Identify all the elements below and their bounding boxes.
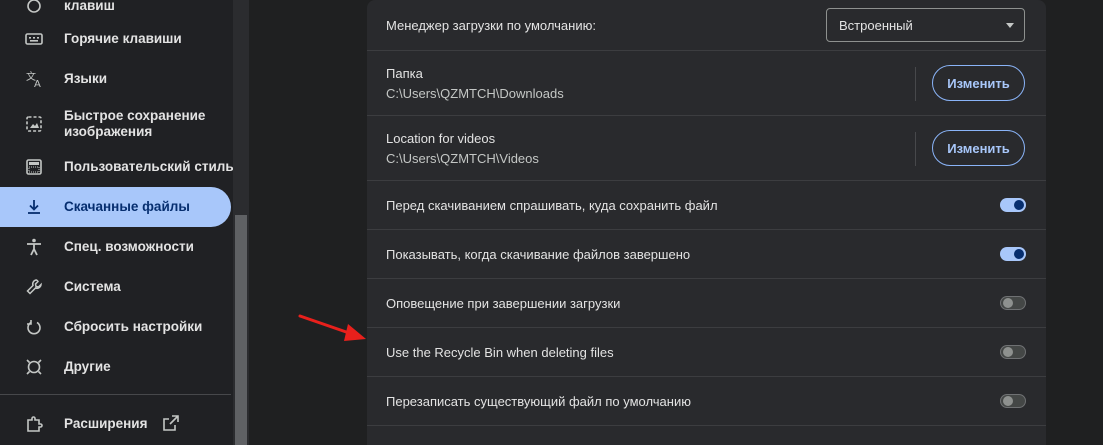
videos-folder-label: Location for videos bbox=[386, 131, 496, 146]
change-folder-button[interactable]: Изменить bbox=[932, 65, 1025, 101]
other-icon bbox=[24, 357, 44, 377]
download-icon bbox=[24, 197, 44, 217]
download-complete-notification-label: Оповещение при завершении загрузки bbox=[386, 296, 621, 311]
sidebar-item-accessibility[interactable]: Спец. возможности bbox=[0, 227, 231, 267]
sidebar-item-label: Языки bbox=[64, 71, 107, 86]
sidebar-item-hotkeys[interactable]: Горячие клавиши bbox=[0, 19, 231, 59]
download-manager-row: Менеджер загрузки по умолчанию: Встроенн… bbox=[367, 0, 1046, 50]
show-when-complete-label: Показывать, когда скачивание файлов заве… bbox=[386, 247, 691, 262]
sidebar-item-label: Спец. возможности bbox=[64, 239, 194, 254]
sidebar-item-label: Система bbox=[64, 279, 121, 294]
recycle-bin-row[interactable]: Use the Recycle Bin when deleting files bbox=[367, 327, 1046, 376]
download-manager-label: Менеджер загрузки по умолчанию: bbox=[386, 18, 596, 33]
folder-row: Папка C:\Users\QZMTCH\Downloads Изменить bbox=[367, 50, 1046, 115]
sidebar-item-downloads[interactable]: Скачанные файлы bbox=[0, 187, 231, 227]
toggle-knob bbox=[1003, 298, 1013, 308]
toggle-knob bbox=[1003, 396, 1013, 406]
downloads-settings-card: Менеджер загрузки по умолчанию: Встроенн… bbox=[367, 0, 1046, 445]
ask-save-location-label: Перед скачиванием спрашивать, куда сохра… bbox=[386, 198, 718, 213]
puzzle-icon bbox=[24, 414, 44, 434]
wrench-icon bbox=[24, 277, 44, 297]
sidebar-item-quick-image-save[interactable]: Быстрое сохранение изображения bbox=[0, 102, 231, 146]
sidebar-item-label: Скачанные файлы bbox=[64, 199, 190, 214]
sidebar-item-custom-style[interactable]: Пользовательский стиль bbox=[0, 147, 234, 187]
row-separator bbox=[915, 67, 916, 101]
folder-label: Папка bbox=[386, 66, 423, 81]
sidebar-scrollbar-thumb[interactable] bbox=[235, 215, 247, 445]
show-when-complete-toggle[interactable] bbox=[1000, 247, 1026, 261]
recycle-bin-label: Use the Recycle Bin when deleting files bbox=[386, 345, 614, 360]
row-separator bbox=[915, 132, 916, 166]
overwrite-file-label: Перезаписать существующий файл по умолча… bbox=[386, 394, 691, 409]
videos-folder-row: Location for videos C:\Users\QZMTCH\Vide… bbox=[367, 115, 1046, 180]
toggle-knob bbox=[1014, 249, 1024, 259]
sidebar-item-label: Пользовательский стиль bbox=[64, 159, 234, 174]
sidebar-divider bbox=[0, 394, 231, 395]
recycle-bin-toggle[interactable] bbox=[1000, 345, 1026, 359]
change-videos-folder-button[interactable]: Изменить bbox=[932, 130, 1025, 166]
download-manager-select-value: Встроенный bbox=[839, 18, 913, 33]
download-complete-notification-toggle[interactable] bbox=[1000, 296, 1026, 310]
settings-window: клавиш Горячие клавиши 文A Языки Быстрое … bbox=[0, 0, 1103, 445]
ask-save-location-toggle[interactable] bbox=[1000, 198, 1026, 212]
sidebar-item-reset[interactable]: Сбросить настройки bbox=[0, 307, 231, 347]
sidebar-item-label: Сбросить настройки bbox=[64, 319, 203, 334]
sidebar-item-other[interactable]: Другие bbox=[0, 347, 231, 387]
videos-folder-path: C:\Users\QZMTCH\Videos bbox=[386, 151, 539, 166]
style-icon bbox=[24, 157, 44, 177]
overwrite-file-row[interactable]: Перезаписать существующий файл по умолча… bbox=[367, 376, 1046, 425]
download-manager-select[interactable]: Встроенный bbox=[826, 8, 1025, 42]
ask-save-location-row[interactable]: Перед скачиванием спрашивать, куда сохра… bbox=[367, 180, 1046, 229]
toggle-knob bbox=[1003, 347, 1013, 357]
toggle-knob bbox=[1014, 200, 1024, 210]
sidebar-item-label: Другие bbox=[64, 359, 111, 374]
accessibility-icon bbox=[24, 237, 44, 257]
open-in-new-icon[interactable] bbox=[162, 414, 180, 432]
folder-path: C:\Users\QZMTCH\Downloads bbox=[386, 86, 564, 101]
keyboard-icon bbox=[24, 29, 44, 49]
show-when-complete-row[interactable]: Показывать, когда скачивание файлов заве… bbox=[367, 229, 1046, 278]
sidebar-item-languages[interactable]: 文A Языки bbox=[0, 59, 231, 99]
next-setting-row-partial[interactable] bbox=[367, 425, 1046, 445]
sidebar-item-label: клавиш bbox=[64, 0, 115, 13]
overwrite-file-toggle[interactable] bbox=[1000, 394, 1026, 408]
sidebar-item-system[interactable]: Система bbox=[0, 267, 231, 307]
sidebar: клавиш Горячие клавиши 文A Языки Быстрое … bbox=[0, 0, 234, 445]
sidebar-item-extensions[interactable]: Расширения bbox=[0, 404, 231, 444]
svg-text:A: A bbox=[34, 79, 41, 89]
translate-icon: 文A bbox=[24, 69, 44, 89]
image-save-icon bbox=[24, 114, 44, 134]
sidebar-item-label: Горячие клавиши bbox=[64, 31, 182, 46]
sidebar-item-label: Быстрое сохранение изображения bbox=[64, 108, 206, 139]
sidebar-item-label: Расширения bbox=[64, 416, 148, 431]
chevron-down-icon bbox=[1006, 23, 1014, 28]
reset-icon bbox=[24, 317, 44, 337]
keyboard-icon bbox=[24, 0, 44, 16]
download-complete-notification-row[interactable]: Оповещение при завершении загрузки bbox=[367, 278, 1046, 327]
